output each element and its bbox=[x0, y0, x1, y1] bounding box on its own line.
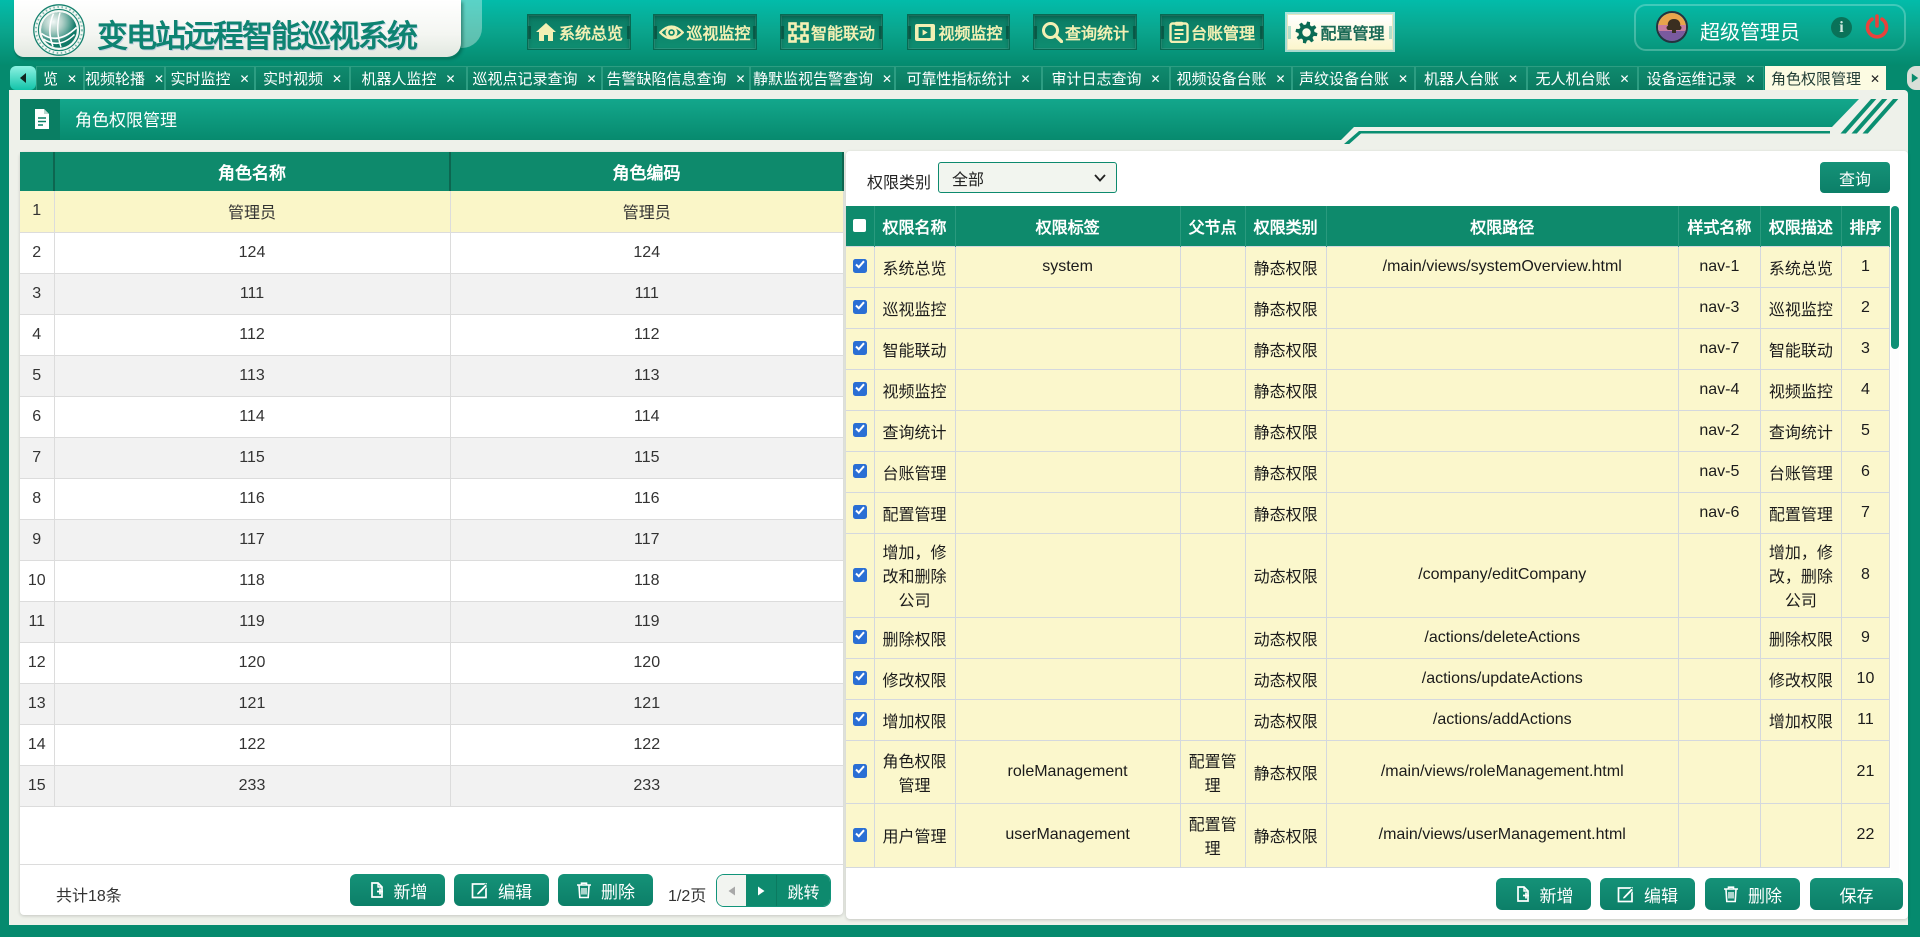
svg-text:角色权限管理: 角色权限管理 bbox=[75, 111, 177, 130]
